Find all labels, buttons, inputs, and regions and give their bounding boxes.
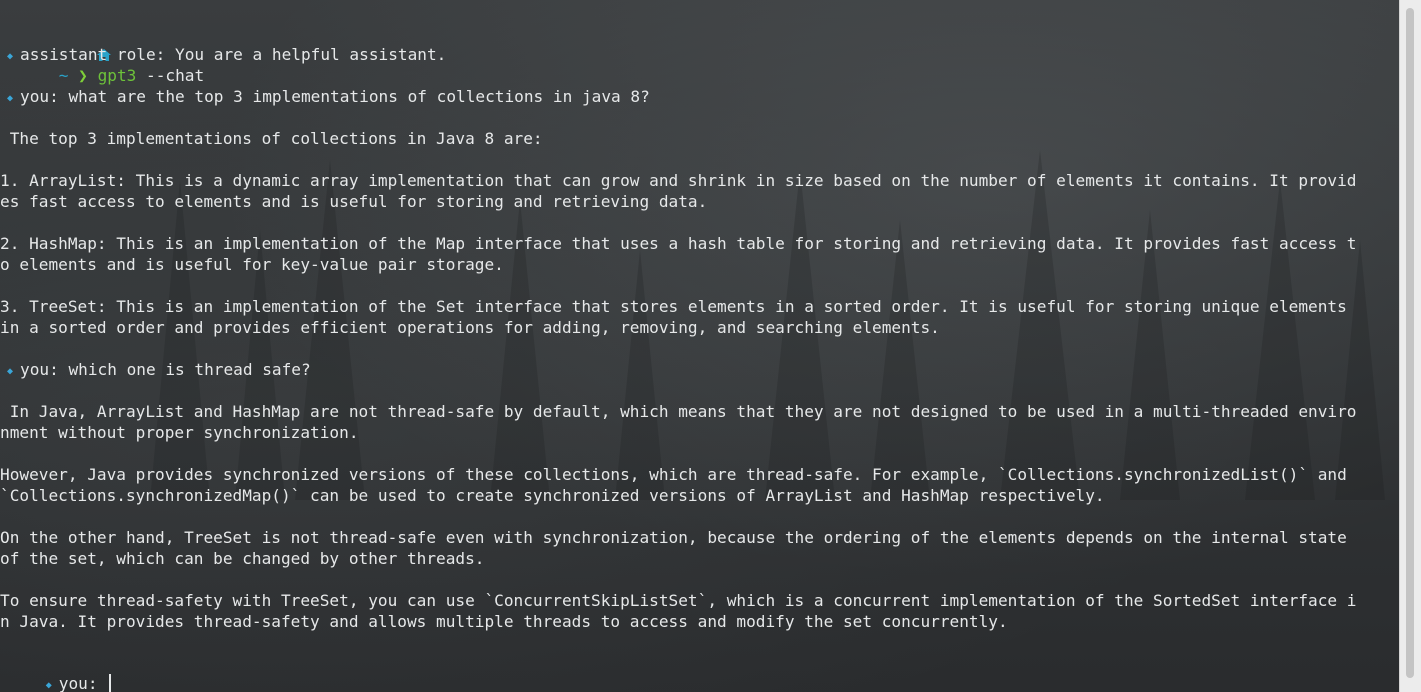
assistant-response-line: `Collections.synchronizedMap()` can be u…: [0, 485, 1105, 506]
assistant-response-line: in a sorted order and provides efficient…: [0, 317, 940, 338]
input-prompt-label: you:: [58, 674, 108, 692]
line-text: 3. TreeSet: This is an implementation of…: [0, 297, 1347, 316]
assistant-response-line: The top 3 implementations of collections…: [0, 128, 543, 149]
line-text: To ensure thread-safety with TreeSet, yo…: [0, 591, 1357, 610]
line-text: The top 3 implementations of collections…: [0, 129, 543, 148]
input-bullet-icon: ◆: [45, 680, 52, 691]
line-text: In Java, ArrayList and HashMap are not t…: [0, 402, 1357, 421]
text-cursor: [109, 674, 112, 692]
line-text: 1. ArrayList: This is a dynamic array im…: [0, 171, 1357, 190]
line-text: 2. HashMap: This is an implementation of…: [0, 234, 1357, 253]
line-text: On the other hand, TreeSet is not thread…: [0, 528, 1347, 547]
scrollbar-thumb[interactable]: [1406, 8, 1414, 678]
assistant-response-line: of the set, which can be changed by othe…: [0, 548, 484, 569]
line-text: you: which one is thread safe?: [20, 360, 311, 379]
bullet-icon: ◆: [6, 366, 14, 377]
line-text: assistant role: You are a helpful assist…: [20, 45, 447, 64]
line-text: `Collections.synchronizedMap()` can be u…: [0, 486, 1105, 505]
user-message-line: ◆ you: which one is thread safe?: [0, 359, 311, 380]
line-text: n Java. It provides thread-safety and al…: [0, 612, 1008, 631]
assistant-response-line: In Java, ArrayList and HashMap are not t…: [0, 401, 1357, 422]
line-text: nment without proper synchronization.: [0, 423, 359, 442]
line-text: o elements and is useful for key-value p…: [0, 255, 504, 274]
line-text: of the set, which can be changed by othe…: [0, 549, 485, 568]
prompt-chevron: ❯: [78, 66, 88, 85]
assistant-response-line: 1. ArrayList: This is a dynamic array im…: [0, 170, 1357, 191]
chat-input-line[interactable]: ◆ you:: [0, 652, 112, 692]
line-text: es fast access to elements and is useful…: [0, 192, 708, 211]
scrollbar[interactable]: [1399, 0, 1421, 692]
shell-prompt: ~ ❯ gpt3 --chat: [0, 2, 204, 85]
line-text: in a sorted order and provides efficient…: [0, 318, 940, 337]
assistant-response-line: On the other hand, TreeSet is not thread…: [0, 527, 1347, 548]
path-tilde: ~: [58, 66, 69, 85]
user-message-line: ◆ you: what are the top 3 implementations…: [0, 86, 650, 107]
assistant-response-line: However, Java provides synchronized vers…: [0, 464, 1347, 485]
command-name: gpt3: [97, 66, 137, 85]
line-text: However, Java provides synchronized vers…: [0, 465, 1347, 484]
command-flags: --chat: [136, 66, 205, 85]
line-text: you: what are the top 3 implementations …: [20, 87, 650, 106]
assistant-response-line: o elements and is useful for key-value p…: [0, 254, 504, 275]
assistant-role-line: ◆ assistant role: You are a helpful assis…: [0, 44, 446, 65]
assistant-response-line: n Java. It provides thread-safety and al…: [0, 611, 1008, 632]
assistant-response-line: 3. TreeSet: This is an implementation of…: [0, 296, 1347, 317]
assistant-response-line: 2. HashMap: This is an implementation of…: [0, 233, 1357, 254]
bullet-icon: ◆: [6, 51, 14, 62]
terminal-window[interactable]: ~ ❯ gpt3 --chat ◆ assistant role: You are…: [0, 0, 1400, 692]
assistant-response-line: es fast access to elements and is useful…: [0, 191, 707, 212]
bullet-icon: ◆: [6, 93, 14, 104]
assistant-response-line: nment without proper synchronization.: [0, 422, 359, 443]
assistant-response-line: To ensure thread-safety with TreeSet, yo…: [0, 590, 1357, 611]
